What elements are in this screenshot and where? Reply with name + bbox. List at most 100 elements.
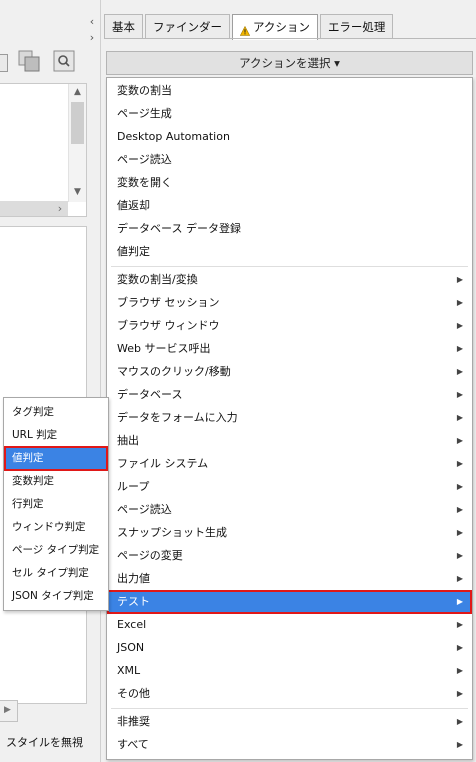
- menu-item-label: ブラウザ ウィンドウ: [117, 319, 220, 332]
- menu-item-group1-4[interactable]: 変数を開く: [108, 172, 471, 194]
- menu-item-group2-13[interactable]: 出力値 ▶: [108, 568, 471, 590]
- menu-item-label: ページ読込: [117, 503, 172, 516]
- menu-item-group2-9[interactable]: ループ ▶: [108, 476, 471, 498]
- chevron-right-icon: ▶: [456, 717, 463, 726]
- menu-item-group2-0[interactable]: 変数の割当/変換 ▶: [108, 269, 471, 291]
- menu-item-group1-0[interactable]: 変数の割当: [108, 80, 471, 102]
- menu-item-group2-1[interactable]: ブラウザ セッション ▶: [108, 292, 471, 314]
- scrollbar-thumb[interactable]: [71, 102, 84, 144]
- menu-item-group2-7[interactable]: 抽出 ▶: [108, 430, 471, 452]
- menu-item-group2-17[interactable]: XML ▶: [108, 660, 471, 682]
- tab-label: エラー処理: [327, 19, 386, 34]
- tab-label: ファインダー: [153, 19, 222, 34]
- chevron-right-icon: ▶: [456, 528, 463, 537]
- tab-divider: [104, 38, 476, 39]
- menu-item-group2-6[interactable]: データをフォームに入力 ▶: [108, 407, 471, 429]
- menu-item-label: データベース: [117, 388, 183, 401]
- chevron-right-icon: ▶: [456, 597, 463, 606]
- chevron-right-icon: ▶: [456, 482, 463, 491]
- submenu-item-label: URL 判定: [12, 429, 58, 441]
- menu-item-label: ファイル システム: [117, 457, 209, 470]
- menu-item-group1-5[interactable]: 値返却: [108, 195, 471, 217]
- chevron-right-icon: ▶: [456, 574, 463, 583]
- menu-item-label: 値判定: [117, 245, 150, 258]
- menu-item-group2-4[interactable]: マウスのクリック/移動 ▶: [108, 361, 471, 383]
- test-submenu: タグ判定 URL 判定値判定 変数判定行判定ウィンドウ判定ページ タイプ判定 セル タ…: [3, 397, 109, 611]
- menu-item-label: データベース データ登録: [117, 222, 241, 235]
- menu-item-label: 変数の割当/変換: [117, 273, 198, 286]
- menu-item-group3-0[interactable]: 非推奨 ▶: [108, 711, 471, 733]
- scroll-up-icon[interactable]: ▲: [69, 84, 86, 101]
- submenu-item-label: JSON タイプ判定: [12, 590, 94, 602]
- tab-1[interactable]: ファインダー: [145, 14, 230, 39]
- menu-item-group2-14[interactable]: テスト ▶: [107, 590, 472, 614]
- submenu-item-7[interactable]: セル タイプ判定: [5, 562, 107, 585]
- menu-item-label: ページの変更: [117, 549, 183, 562]
- chevron-right-icon: ▶: [456, 459, 463, 468]
- menu-item-label: JSON: [117, 641, 145, 654]
- submenu-item-8[interactable]: JSON タイプ判定: [5, 585, 107, 608]
- menu-item-group2-18[interactable]: その他 ▶: [108, 683, 471, 705]
- menu-item-group1-6[interactable]: データベース データ登録: [108, 218, 471, 240]
- chevron-right-icon: ▶: [4, 705, 11, 715]
- menu-item-label: 変数の割当: [117, 84, 172, 97]
- menu-item-label: 非推奨: [117, 715, 150, 728]
- scroll-down-icon[interactable]: ▼: [69, 184, 86, 201]
- scroll-right-icon[interactable]: ›: [52, 201, 68, 216]
- tab-scroll-icon[interactable]: ‹ ›: [86, 14, 98, 46]
- menu-item-label: 抽出: [117, 434, 139, 447]
- menu-item-group2-5[interactable]: データベース ▶: [108, 384, 471, 406]
- menu-item-label: 変数を開く: [117, 176, 172, 189]
- chevron-right-icon: ▶: [456, 505, 463, 514]
- chevron-right-icon: ▶: [456, 344, 463, 353]
- menu-item-group2-15[interactable]: Excel ▶: [108, 614, 471, 636]
- chevron-right-icon: ▶: [456, 413, 463, 422]
- submenu-item-3[interactable]: 変数判定: [5, 470, 107, 493]
- menu-item-group2-8[interactable]: ファイル システム ▶: [108, 453, 471, 475]
- submenu-item-0[interactable]: タグ判定: [5, 401, 107, 424]
- menu-item-group1-1[interactable]: ページ生成: [108, 103, 471, 125]
- chevron-right-icon: ▶: [456, 689, 463, 698]
- find-icon[interactable]: [53, 50, 75, 72]
- menu-item-group1-3[interactable]: ページ読込: [108, 149, 471, 171]
- submenu-item-4[interactable]: 行判定: [5, 493, 107, 516]
- menu-item-group2-16[interactable]: JSON ▶: [108, 637, 471, 659]
- warning-icon: [239, 21, 251, 36]
- submenu-item-5[interactable]: ウィンドウ判定: [5, 516, 107, 539]
- submenu-item-label: 行判定: [12, 498, 44, 510]
- menu-item-group2-10[interactable]: ページ読込 ▶: [108, 499, 471, 521]
- select-action-button[interactable]: アクションを選択 ▾: [106, 51, 473, 75]
- toolbar-partial-icon[interactable]: [0, 54, 8, 72]
- menu-separator: [111, 266, 468, 267]
- submenu-item-6[interactable]: ページ タイプ判定: [5, 539, 107, 562]
- chevron-right-icon: ▶: [456, 666, 463, 675]
- vertical-scrollbar[interactable]: ▲ ▼: [68, 84, 86, 202]
- menu-item-group1-2[interactable]: Desktop Automation: [108, 126, 471, 148]
- menu-item-label: スナップショット生成: [117, 526, 227, 539]
- menu-item-label: すべて: [117, 738, 149, 751]
- menu-item-group2-2[interactable]: ブラウザ ウィンドウ ▶: [108, 315, 471, 337]
- menu-item-group2-12[interactable]: ページの変更 ▶: [108, 545, 471, 567]
- menu-item-label: マウスのクリック/移動: [117, 365, 231, 378]
- submenu-item-label: タグ判定: [12, 406, 54, 418]
- copy-icon[interactable]: [17, 49, 41, 73]
- left-expand-button[interactable]: ▶: [0, 700, 18, 722]
- tab-3[interactable]: エラー処理: [319, 14, 394, 39]
- submenu-item-1[interactable]: URL 判定: [5, 424, 107, 447]
- chevron-right-icon: ▶: [456, 298, 463, 307]
- menu-item-group1-7[interactable]: 値判定: [108, 241, 471, 263]
- chevron-right-icon: ▶: [456, 367, 463, 376]
- tab-label: アクション: [253, 20, 310, 34]
- submenu-item-2[interactable]: 値判定: [4, 446, 108, 471]
- tab-bar: 基本 ファインダー アクション エラー処理: [104, 14, 394, 40]
- tab-2[interactable]: アクション: [232, 14, 318, 40]
- menu-item-label: Excel: [117, 618, 147, 631]
- chevron-right-icon: ▶: [456, 321, 463, 330]
- tab-label: 基本: [112, 19, 135, 34]
- submenu-item-label: ウィンドウ判定: [12, 521, 86, 533]
- menu-item-group3-1[interactable]: すべて ▶: [108, 734, 471, 756]
- tab-0[interactable]: 基本: [104, 14, 143, 39]
- menu-item-group2-11[interactable]: スナップショット生成 ▶: [108, 522, 471, 544]
- menu-item-label: ブラウザ セッション: [117, 296, 220, 309]
- menu-item-group2-3[interactable]: Web サービス呼出 ▶: [108, 338, 471, 360]
